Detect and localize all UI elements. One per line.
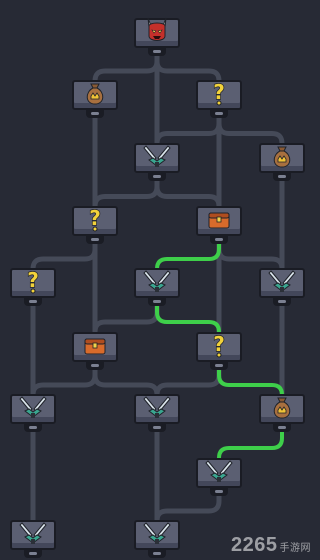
node-socket <box>86 110 104 118</box>
question-icon: ? <box>10 266 56 296</box>
node-socket <box>86 362 104 370</box>
svg-text:?: ? <box>213 332 225 356</box>
map-node-battle[interactable] <box>134 268 180 308</box>
money-bag-icon <box>72 78 118 108</box>
map-stage: ? ? ? ? 2265 手游网 <box>0 0 315 560</box>
svg-text:?: ? <box>27 268 39 292</box>
node-socket <box>148 173 166 181</box>
map-node-battle[interactable] <box>10 394 56 434</box>
node-socket <box>273 173 291 181</box>
node-socket <box>24 298 42 306</box>
map-node-battle[interactable] <box>134 143 180 183</box>
crossed-swords-icon <box>259 266 305 296</box>
watermark: 2265 手游网 <box>231 534 311 557</box>
crossed-swords-icon <box>196 456 242 486</box>
question-icon: ? <box>196 78 242 108</box>
chest-icon <box>72 330 118 360</box>
question-icon: ? <box>72 204 118 234</box>
map-node-battle[interactable] <box>134 394 180 434</box>
node-socket <box>210 488 228 496</box>
node-socket <box>148 298 166 306</box>
watermark-suffix: 手游网 <box>279 543 311 554</box>
node-socket <box>210 110 228 118</box>
map-node-treasure-bag[interactable] <box>259 143 305 183</box>
map-node-unknown[interactable]: ? <box>196 332 242 372</box>
map-node-boss[interactable] <box>134 16 180 58</box>
node-socket <box>273 298 291 306</box>
question-icon: ? <box>196 330 242 360</box>
map-node-battle[interactable] <box>196 458 242 498</box>
map-node-chest[interactable] <box>196 206 242 246</box>
node-socket <box>24 424 42 432</box>
map-node-treasure-bag[interactable] <box>72 80 118 120</box>
map-node-treasure-bag[interactable] <box>259 394 305 434</box>
map-node-unknown[interactable]: ? <box>196 80 242 120</box>
map-node-battle[interactable] <box>134 520 180 560</box>
crossed-swords-icon <box>134 518 180 548</box>
crossed-swords-icon <box>134 141 180 171</box>
watermark-text: 2265 <box>231 534 278 556</box>
node-socket <box>210 236 228 244</box>
node-socket <box>148 48 166 56</box>
money-bag-icon <box>259 392 305 422</box>
crossed-swords-icon <box>134 392 180 422</box>
map-node-unknown[interactable]: ? <box>10 268 56 308</box>
chest-icon <box>196 204 242 234</box>
map-node-battle[interactable] <box>259 268 305 308</box>
node-socket <box>24 550 42 558</box>
svg-text:?: ? <box>213 80 225 104</box>
map-node-chest[interactable] <box>72 332 118 372</box>
demon-icon <box>134 16 180 46</box>
crossed-swords-icon <box>134 266 180 296</box>
node-socket <box>210 362 228 370</box>
node-socket <box>148 424 166 432</box>
map-node-unknown[interactable]: ? <box>72 206 118 246</box>
node-socket <box>148 550 166 558</box>
crossed-swords-icon <box>10 518 56 548</box>
svg-text:?: ? <box>89 206 101 230</box>
node-socket <box>273 424 291 432</box>
map-node-battle[interactable] <box>10 520 56 560</box>
node-socket <box>86 236 104 244</box>
money-bag-icon <box>259 141 305 171</box>
crossed-swords-icon <box>10 392 56 422</box>
